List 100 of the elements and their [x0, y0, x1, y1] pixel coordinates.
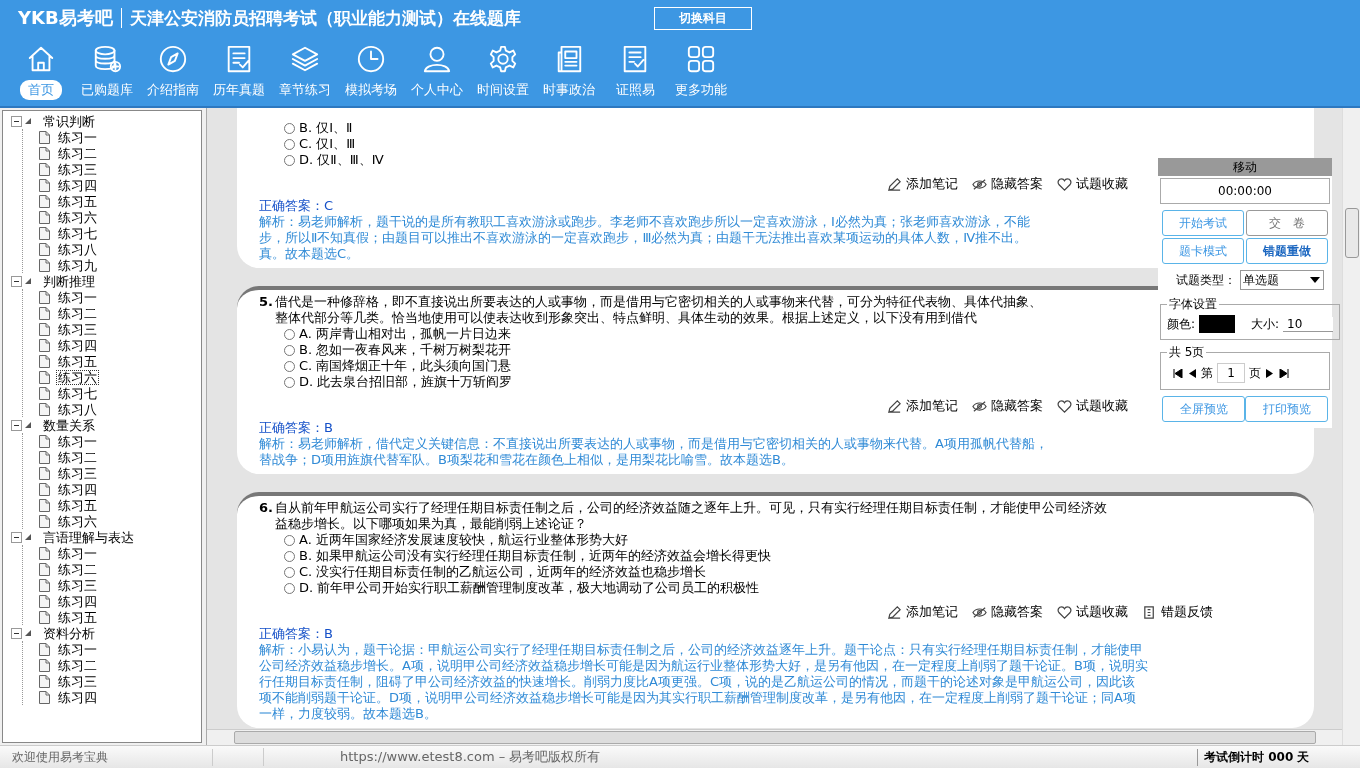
heart-icon[interactable] [1057, 604, 1072, 620]
next-page-icon[interactable] [1265, 368, 1275, 378]
tree-item[interactable]: 练习一 [56, 545, 99, 561]
tree-item[interactable]: 练习五 [56, 353, 99, 369]
layers-icon[interactable] [290, 44, 320, 74]
collapse-icon[interactable] [11, 115, 22, 127]
radio-button[interactable] [284, 550, 295, 562]
tree-item[interactable]: 练习八 [56, 241, 99, 257]
tree-category[interactable]: 资料分析 [41, 625, 97, 641]
tree-item[interactable]: 练习九 [56, 257, 99, 273]
tree-item[interactable]: 练习一 [56, 289, 99, 305]
size-field[interactable]: 10 [1283, 316, 1334, 332]
collapse-icon[interactable] [11, 275, 22, 287]
radio-button[interactable] [284, 328, 295, 340]
collapse-icon[interactable] [11, 419, 22, 431]
horizontal-scrollbar[interactable] [233, 731, 1316, 744]
tree-item[interactable]: 练习二 [56, 657, 99, 673]
tree-item[interactable]: 练习四 [56, 593, 99, 609]
grid-icon[interactable] [686, 44, 716, 74]
radio-button[interactable] [284, 582, 295, 594]
tree-category[interactable]: 常识判断 [41, 113, 97, 129]
radio-button[interactable] [284, 344, 295, 356]
tree-item[interactable]: 练习六 [56, 209, 99, 225]
app-logo: YKB易考吧 [18, 8, 122, 28]
vertical-scrollbar[interactable] [1345, 208, 1359, 258]
tree-category[interactable]: 数量关系 [41, 417, 97, 433]
action-link[interactable]: 添加笔记 [906, 604, 958, 620]
previous-page-icon[interactable] [1187, 368, 1197, 378]
radio-button[interactable] [284, 154, 295, 166]
last-page-icon[interactable] [1279, 368, 1289, 378]
action-link[interactable]: 错题反馈 [1161, 604, 1213, 620]
tree-item[interactable]: 练习四 [56, 337, 99, 353]
question-text: 益稳步增长。以下哪项如果为真，最能削弱上述论证？ [275, 516, 587, 531]
panel-title[interactable]: 移动 [1158, 158, 1332, 176]
action-link[interactable]: 隐藏答案 [991, 176, 1043, 192]
tree-item[interactable]: 练习六 [56, 369, 99, 385]
action-link[interactable]: 添加笔记 [906, 176, 958, 192]
settings-icon[interactable] [488, 44, 518, 74]
tree-item[interactable]: 练习二 [56, 449, 99, 465]
person-icon[interactable] [422, 44, 452, 74]
tree-item[interactable]: 练习二 [56, 305, 99, 321]
pencil-icon[interactable] [887, 398, 902, 414]
action-link[interactable]: 试题收藏 [1076, 176, 1128, 192]
document-icon [39, 178, 50, 192]
type-select[interactable]: 单选题 [1240, 270, 1324, 290]
home-icon[interactable] [26, 44, 56, 74]
tree-item[interactable]: 练习六 [56, 513, 99, 529]
radio-button[interactable] [284, 138, 295, 150]
document-icon [39, 514, 50, 528]
action-link[interactable]: 试题收藏 [1076, 604, 1128, 620]
tree-item[interactable]: 练习七 [56, 385, 99, 401]
tree-item[interactable]: 练习五 [56, 609, 99, 625]
page-field[interactable]: 1 [1217, 363, 1245, 383]
first-page-icon[interactable] [1173, 368, 1183, 378]
dropdown-arrow-icon[interactable] [1310, 276, 1320, 284]
tree-item[interactable]: 练习一 [56, 129, 99, 145]
collapse-icon[interactable] [11, 627, 22, 639]
submit-button[interactable]: 交 卷 [1246, 210, 1328, 236]
action-link[interactable]: 试题收藏 [1076, 398, 1128, 414]
tree-item[interactable]: 练习七 [56, 225, 99, 241]
radio-button[interactable] [284, 122, 295, 134]
database-plus-icon[interactable] [92, 44, 122, 74]
radio-button[interactable] [284, 376, 295, 388]
heart-icon[interactable] [1057, 398, 1072, 414]
eye-icon[interactable] [972, 398, 987, 414]
tree-item[interactable]: 练习三 [56, 673, 99, 689]
tree-item[interactable]: 练习一 [56, 641, 99, 657]
compass-icon[interactable] [158, 44, 188, 74]
tree-item[interactable]: 练习五 [56, 193, 99, 209]
collapse-icon[interactable] [11, 531, 22, 543]
radio-button[interactable] [284, 566, 295, 578]
tree-item[interactable]: 练习三 [56, 321, 99, 337]
radio-button[interactable] [284, 360, 295, 372]
tree-item[interactable]: 练习四 [56, 177, 99, 193]
document-icon[interactable] [1142, 604, 1157, 620]
heart-icon[interactable] [1057, 176, 1072, 192]
color-swatch[interactable] [1199, 315, 1236, 333]
tree-item[interactable]: 练习四 [56, 689, 99, 705]
redo-wrong-button[interactable]: 错题重做 [1246, 238, 1328, 264]
tree-item[interactable]: 练习三 [56, 465, 99, 481]
eye-icon[interactable] [972, 176, 987, 192]
radio-button[interactable] [284, 534, 295, 546]
tree-item[interactable]: 练习五 [56, 497, 99, 513]
tree-item[interactable]: 练习二 [56, 145, 99, 161]
action-link[interactable]: 添加笔记 [906, 398, 958, 414]
tree-item[interactable]: 练习四 [56, 481, 99, 497]
document-icon [39, 658, 50, 672]
tree-item[interactable]: 练习三 [56, 161, 99, 177]
pencil-icon[interactable] [887, 604, 902, 620]
action-link[interactable]: 隐藏答案 [991, 604, 1043, 620]
tree-item[interactable]: 练习三 [56, 577, 99, 593]
tree-item[interactable]: 练习八 [56, 401, 99, 417]
tree-category[interactable]: 判断推理 [41, 273, 97, 289]
clock-icon[interactable] [356, 44, 386, 74]
tree-item[interactable]: 练习一 [56, 433, 99, 449]
tree-item[interactable]: 练习二 [56, 561, 99, 577]
tree-category[interactable]: 言语理解与表达 [41, 529, 136, 545]
pencil-icon[interactable] [887, 176, 902, 192]
action-link[interactable]: 隐藏答案 [991, 398, 1043, 414]
eye-icon[interactable] [972, 604, 987, 620]
